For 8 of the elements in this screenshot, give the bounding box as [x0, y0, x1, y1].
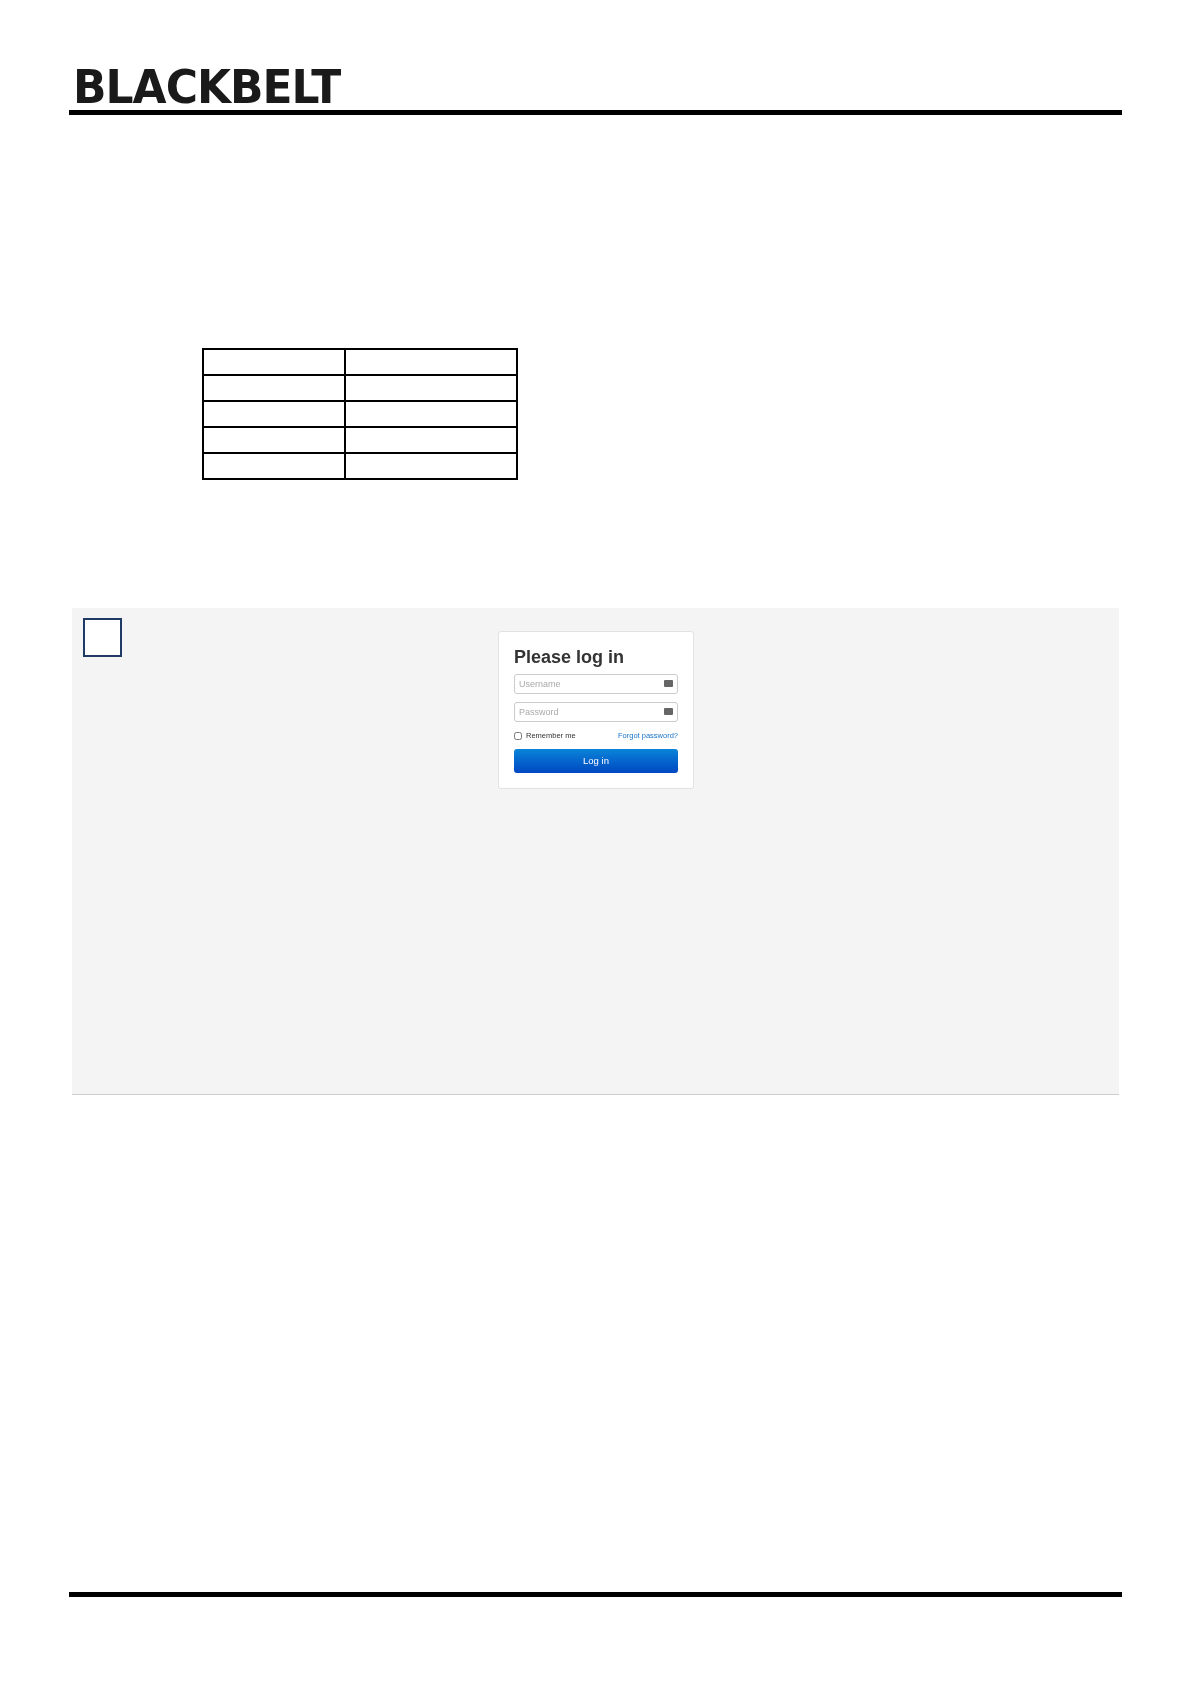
- login-title: Please log in: [514, 646, 626, 668]
- keyboard-icon: [664, 680, 673, 687]
- password-field[interactable]: Password: [514, 702, 678, 722]
- keyboard-icon: [664, 708, 673, 715]
- username-field[interactable]: Username: [514, 674, 678, 694]
- remember-checkbox[interactable]: [514, 731, 522, 740]
- login-button[interactable]: Log in: [514, 749, 678, 774]
- logo: BLACKBELT: [73, 62, 341, 112]
